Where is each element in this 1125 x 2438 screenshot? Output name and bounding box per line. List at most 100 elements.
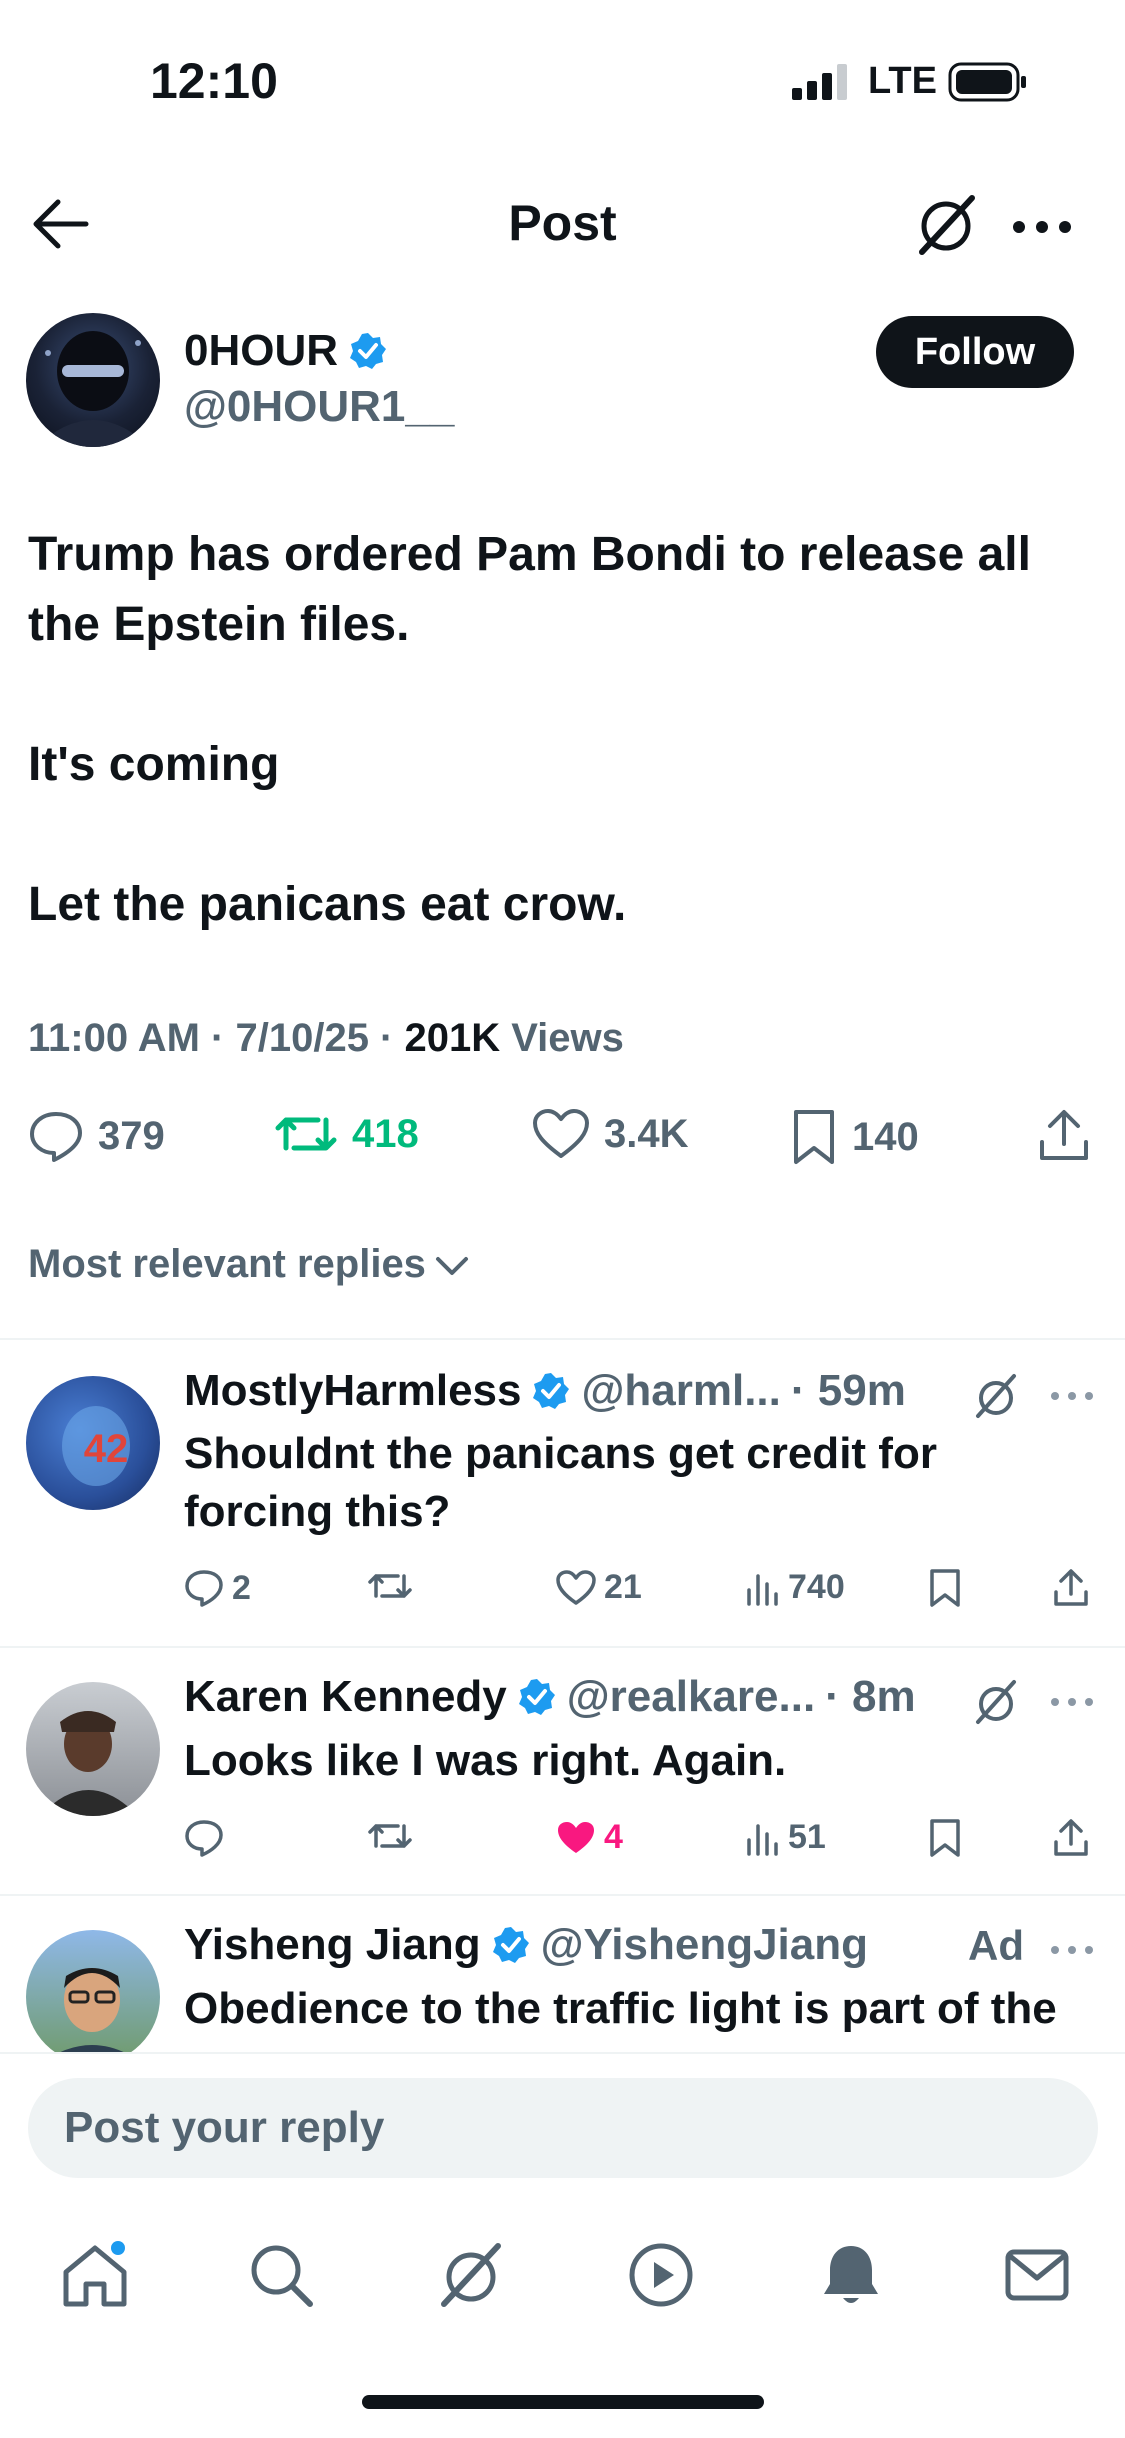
reply-avatar[interactable]: 42: [26, 1376, 160, 1510]
like-action[interactable]: 3.4K: [532, 1108, 689, 1160]
share-action[interactable]: [1052, 1818, 1090, 1858]
verified-icon: [517, 1677, 557, 1717]
post-text-line: Trump has ordered Pam Bondi to release a…: [28, 528, 1031, 651]
more-options-icon[interactable]: [1050, 1390, 1094, 1402]
share-action[interactable]: [1036, 1108, 1092, 1164]
reply-action[interactable]: [184, 1818, 232, 1858]
views-action[interactable]: 740: [746, 1568, 845, 1607]
like-count: 3.4K: [604, 1111, 689, 1156]
repost-count: 418: [352, 1111, 419, 1156]
reply-icon: [184, 1818, 224, 1858]
share-icon: [1052, 1818, 1090, 1858]
views-action[interactable]: 51: [746, 1818, 826, 1857]
home-indicator: [362, 2395, 764, 2409]
status-time: 12:10: [150, 53, 278, 109]
battery-icon: [948, 62, 1028, 102]
follow-button[interactable]: Follow: [876, 316, 1074, 388]
avatar-text: 42: [84, 1427, 129, 1471]
more-options-icon[interactable]: [1012, 220, 1072, 234]
reply-header: Karen Kennedy @realkare... · 8m: [184, 1672, 916, 1722]
reply-icon: [184, 1568, 224, 1608]
reply-header: MostlyHarmless @harml... · 59m: [184, 1366, 906, 1416]
author-avatar[interactable]: [26, 313, 160, 447]
verified-icon: [531, 1371, 571, 1411]
post-meta: 11:00 AM · 7/10/25 · 201K Views: [28, 1016, 624, 1061]
reply-handle[interactable]: @harml...: [581, 1366, 780, 1416]
bookmark-action[interactable]: [928, 1818, 962, 1858]
repost-icon: [274, 1108, 338, 1160]
reply-count: 379: [98, 1113, 165, 1158]
reply-text: Looks like I was right. Again.: [184, 1736, 787, 1785]
divider: [0, 1894, 1125, 1896]
views-label: Views: [500, 1016, 624, 1060]
verified-icon: [491, 1925, 531, 1965]
more-options-icon[interactable]: [1050, 1696, 1094, 1708]
repost-action[interactable]: [368, 1568, 420, 1604]
author-name-row[interactable]: 0HOUR: [184, 326, 388, 376]
views-count: 51: [788, 1818, 826, 1856]
reply-action[interactable]: 379: [28, 1108, 165, 1164]
tab-home[interactable]: [60, 2240, 130, 2310]
share-icon: [1052, 1568, 1090, 1608]
views-count: 740: [788, 1568, 845, 1606]
bookmark-icon: [790, 1108, 838, 1166]
author-handle[interactable]: @0HOUR1__: [184, 382, 454, 432]
ad-label: Ad: [968, 1922, 1024, 1969]
like-action[interactable]: 21: [556, 1568, 642, 1607]
tab-search[interactable]: [246, 2240, 316, 2310]
post-timestamp: 11:00 AM · 7/10/25 ·: [28, 1016, 405, 1060]
reply-avatar[interactable]: [26, 1682, 160, 1816]
reply-action[interactable]: 2: [184, 1568, 251, 1608]
network-label: LTE: [868, 60, 937, 102]
reply-text: Obedience to the traffic light is part o…: [184, 1984, 1057, 2033]
post-text-line: Let the panicans eat crow.: [28, 878, 627, 931]
repost-icon: [368, 1568, 412, 1604]
heart-icon: [532, 1108, 590, 1160]
reply-actions: 4 51: [184, 1818, 1088, 1868]
reply-sort-dropdown[interactable]: Most relevant replies: [28, 1242, 470, 1287]
reply-text: Shouldnt the panicans get credit for for…: [184, 1429, 937, 1536]
sort-label: Most relevant replies: [28, 1242, 426, 1286]
reply-icon: [28, 1108, 84, 1164]
share-action[interactable]: [1052, 1568, 1090, 1608]
reply-actions: 2 21 740: [184, 1568, 1088, 1618]
grok-icon[interactable]: [972, 1678, 1020, 1726]
post-actions: 379 418 3.4K 140: [28, 1108, 1098, 1178]
reply-avatar[interactable]: [26, 1930, 160, 2064]
heart-filled-icon: [556, 1820, 596, 1856]
tab-video[interactable]: [626, 2240, 696, 2310]
heart-icon: [556, 1569, 596, 1606]
tab-grok[interactable]: [436, 2240, 506, 2310]
reply-author-name[interactable]: Karen Kennedy: [184, 1672, 507, 1722]
bookmark-icon: [928, 1568, 962, 1608]
tab-notifications[interactable]: [816, 2240, 886, 2310]
bookmark-icon: [928, 1818, 962, 1858]
reply-header: Yisheng Jiang @YishengJiang: [184, 1920, 868, 1970]
like-action[interactable]: 4: [556, 1818, 623, 1857]
like-count: 21: [604, 1568, 642, 1606]
signal-icon: [792, 64, 852, 100]
repost-action[interactable]: 418: [274, 1108, 419, 1160]
repost-icon: [368, 1818, 412, 1854]
post-text: Trump has ordered Pam Bondi to release a…: [28, 520, 1108, 940]
divider: [0, 1338, 1125, 1340]
views-icon: [746, 1820, 780, 1856]
reply-handle[interactable]: @YishengJiang: [541, 1920, 868, 1970]
reply-input[interactable]: Post your reply: [28, 2078, 1098, 2178]
verified-icon: [348, 331, 388, 371]
tab-messages[interactable]: [1002, 2240, 1072, 2310]
reply-time: · 59m: [790, 1366, 906, 1415]
bookmark-action[interactable]: 140: [790, 1108, 919, 1166]
reply-author-name[interactable]: Yisheng Jiang: [184, 1920, 481, 1970]
grok-icon[interactable]: [914, 192, 978, 258]
reply-author-name[interactable]: MostlyHarmless: [184, 1366, 521, 1416]
chevron-down-icon: [434, 1253, 470, 1277]
post-text-line: It's coming: [28, 738, 280, 791]
repost-action[interactable]: [368, 1818, 420, 1854]
bookmark-action[interactable]: [928, 1568, 962, 1608]
grok-icon[interactable]: [972, 1372, 1020, 1420]
reply-handle[interactable]: @realkare...: [567, 1672, 815, 1722]
views-count: 201K: [404, 1016, 501, 1060]
more-options-icon[interactable]: [1050, 1944, 1094, 1956]
divider: [0, 1646, 1125, 1648]
